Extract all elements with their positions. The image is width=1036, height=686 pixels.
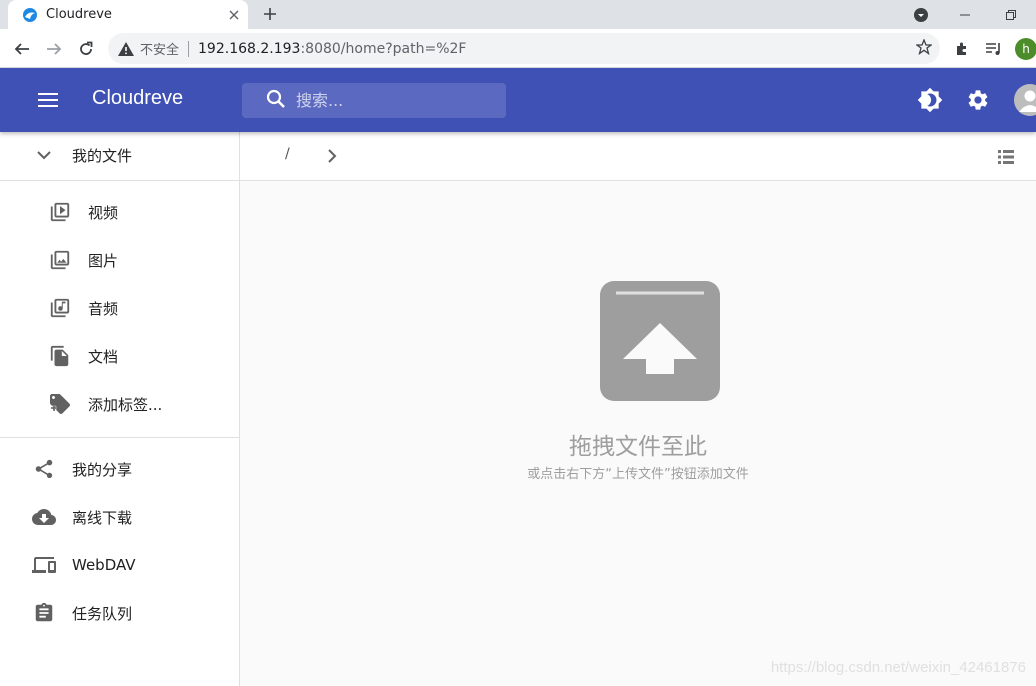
sidebar: 我的文件 视频 图片 音频 文档 添加标签... 我的分享 离线下载 WebDA… <box>0 132 240 686</box>
sidebar-item-my-shares[interactable]: 我的分享 <box>0 447 239 491</box>
tab-close-icon[interactable] <box>222 3 246 27</box>
sidebar-item-audio[interactable]: 音频 <box>0 286 239 330</box>
insecure-label: 不安全 <box>140 43 180 58</box>
share-icon <box>32 457 56 481</box>
back-icon[interactable] <box>8 35 36 63</box>
tab-title: Cloudreve <box>46 7 112 22</box>
search-input[interactable] <box>296 91 496 110</box>
file-list-area[interactable]: 拖拽文件至此 或点击右下方“上传文件”按钮添加文件 https://blog.c… <box>240 181 1036 686</box>
sidebar-item-label: 音频 <box>88 299 119 318</box>
watermark: https://blog.csdn.net/weixin_42461876 <box>770 659 1026 676</box>
browser-tabstrip: Cloudreve <box>0 0 1036 29</box>
chevron-down-icon[interactable] <box>32 143 56 167</box>
path-navigator: / <box>240 132 1036 181</box>
address-bar[interactable]: 不安全 192.168.2.193 :8080/home?path=%2F <box>108 33 940 64</box>
sidebar-item-add-tag[interactable]: 添加标签... <box>0 382 239 426</box>
url-path: :8080/home?path=%2F <box>300 40 467 57</box>
minimize-icon[interactable] <box>942 0 988 29</box>
sidebar-divider <box>0 437 239 438</box>
media-controls-icon[interactable] <box>982 37 1006 61</box>
warning-icon <box>118 41 134 56</box>
sidebar-item-offline-download[interactable]: 离线下载 <box>0 495 239 539</box>
chevron-right-icon[interactable] <box>320 144 344 168</box>
search-box[interactable] <box>242 83 506 118</box>
video-library-icon <box>48 200 72 224</box>
file-copy-icon <box>48 344 72 368</box>
sidebar-item-label: 视频 <box>88 203 119 222</box>
sidebar-item-label: 任务队列 <box>72 604 133 623</box>
sidebar-item-label: 离线下载 <box>72 508 133 527</box>
sidebar-item-label: 图片 <box>88 251 119 270</box>
empty-title: 拖拽文件至此 <box>569 434 707 460</box>
omnibox-divider <box>188 40 190 57</box>
cloudreve-favicon-icon <box>22 7 38 23</box>
extensions-icon[interactable] <box>950 37 974 61</box>
sidebar-item-label: 我的分享 <box>72 460 133 479</box>
app-bar: Cloudreve <box>0 68 1036 132</box>
cloud-download-icon <box>32 505 56 529</box>
search-icon <box>266 89 286 113</box>
user-avatar[interactable] <box>1014 84 1036 116</box>
sidebar-item-task-queue[interactable]: 任务队列 <box>0 591 239 635</box>
sidebar-item-my-files[interactable]: 我的文件 <box>0 133 239 177</box>
sidebar-item-label: WebDAV <box>72 556 136 574</box>
url-host: 192.168.2.193 <box>198 40 301 57</box>
sidebar-item-label: 文档 <box>88 347 119 366</box>
breadcrumb-root[interactable]: / <box>285 146 290 162</box>
add-tag-icon <box>48 392 72 416</box>
sidebar-item-images[interactable]: 图片 <box>0 238 239 282</box>
upload-box-icon <box>600 281 720 401</box>
profile-avatar[interactable]: h <box>1015 38 1036 60</box>
settings-gear-icon[interactable] <box>963 85 993 115</box>
photo-library-icon <box>48 248 72 272</box>
app-title[interactable]: Cloudreve <box>92 87 183 110</box>
bookmark-star-icon[interactable] <box>915 38 933 59</box>
assignment-icon <box>32 601 56 625</box>
new-tab-icon[interactable] <box>258 2 282 26</box>
menu-icon[interactable] <box>28 82 68 118</box>
theme-toggle-icon[interactable] <box>915 85 945 115</box>
sidebar-item-documents[interactable]: 文档 <box>0 334 239 378</box>
music-library-icon <box>48 296 72 320</box>
sidebar-item-label: 添加标签... <box>88 395 163 414</box>
list-view-icon[interactable] <box>994 145 1018 169</box>
tab-search-icon[interactable] <box>898 0 944 29</box>
sidebar-divider <box>0 180 239 181</box>
reload-icon[interactable] <box>72 35 100 63</box>
restore-icon[interactable] <box>988 0 1034 29</box>
sidebar-item-video[interactable]: 视频 <box>0 190 239 234</box>
forward-icon[interactable] <box>40 35 68 63</box>
sidebar-item-label: 我的文件 <box>72 146 133 165</box>
devices-icon <box>32 553 56 577</box>
browser-toolbar: 不安全 192.168.2.193 :8080/home?path=%2F h <box>0 29 1036 68</box>
sidebar-item-webdav[interactable]: WebDAV <box>0 543 239 587</box>
browser-tab[interactable]: Cloudreve <box>8 0 248 29</box>
empty-subtitle: 或点击右下方“上传文件”按钮添加文件 <box>527 467 749 482</box>
